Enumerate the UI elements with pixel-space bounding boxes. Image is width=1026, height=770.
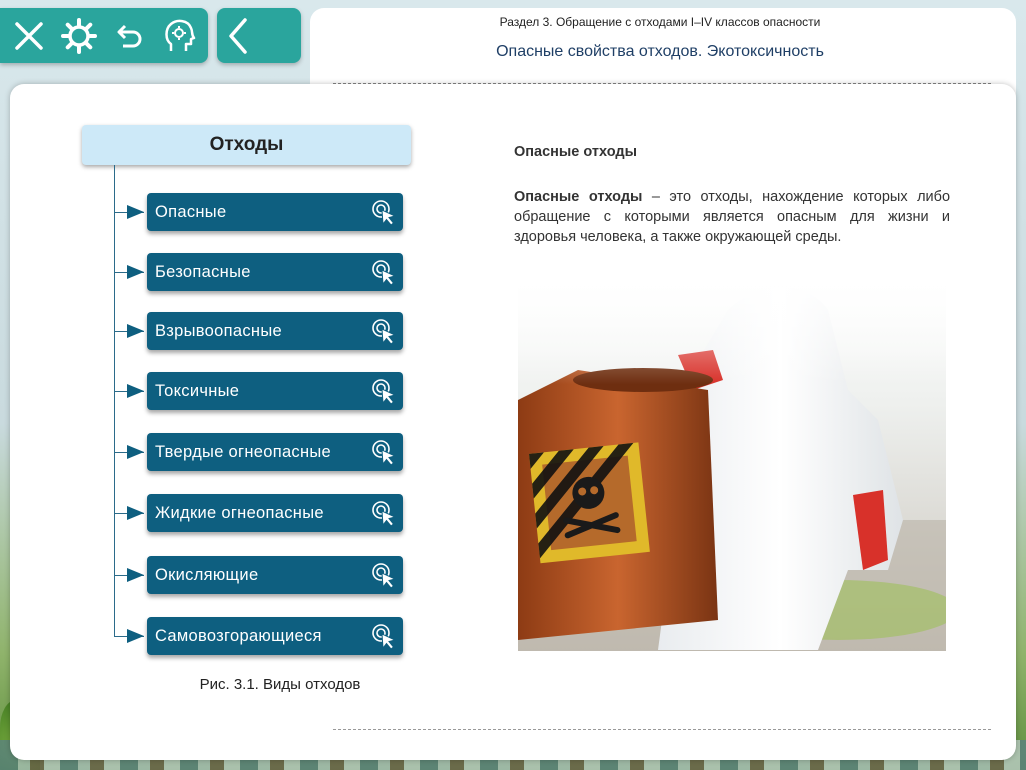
click-pointer-icon [369,316,399,346]
arrow-right-icon [127,568,144,582]
arrow-right-icon [127,445,144,459]
waste-category-label: Токсичные [155,381,240,400]
arrow-right-icon [127,506,144,520]
waste-category-label: Взрывоопасные [155,321,282,340]
arrow-right-icon [127,629,144,643]
head-gear-icon [165,19,196,51]
waste-category-button[interactable]: Токсичные [147,372,403,410]
chevron-left-icon [229,17,247,54]
waste-category-button[interactable]: Окисляющие [147,556,403,594]
click-pointer-icon [369,437,399,467]
waste-category-button[interactable]: Жидкие огнеопасные [147,494,403,532]
toolbar [0,8,208,63]
click-pointer-icon [369,257,399,287]
click-pointer-icon [369,498,399,528]
arrow-right-icon [127,324,144,338]
waste-category-button[interactable]: Взрывоопасные [147,312,403,350]
knowledge-button[interactable] [157,14,201,58]
waste-category-label: Опасные [155,202,227,221]
click-pointer-icon [369,560,399,590]
figure-caption: Рис. 3.1. Виды отходов [199,676,361,693]
click-pointer-icon [369,197,399,227]
settings-button[interactable] [57,14,101,58]
close-button[interactable] [7,14,51,58]
waste-category-button[interactable]: Самовозгорающиеся [147,617,403,655]
waste-category-label: Жидкие огнеопасные [155,503,324,522]
definition-text: Опасные отходы – это отходы, нахождение … [514,187,950,247]
gear-icon [61,17,97,54]
arrow-right-icon [127,265,144,279]
waste-category-label: Окисляющие [155,565,259,584]
undo-icon [117,24,142,47]
click-pointer-icon [369,376,399,406]
page-title: Опасные свойства отходов. Экотоксичность [496,43,824,60]
content-subtitle: Опасные отходы [514,144,637,160]
divider-top [333,83,991,84]
click-pointer-icon [369,621,399,651]
waste-category-button[interactable]: Безопасные [147,253,403,291]
definition-term: Опасные отходы [514,189,643,205]
undo-button[interactable] [107,14,151,58]
back-button[interactable] [217,8,301,63]
waste-category-label: Самовозгорающиеся [155,626,322,645]
section-title: Раздел 3. Обращение с отходами I–IV клас… [499,15,821,29]
arrow-right-icon [127,384,144,398]
waste-category-button[interactable]: Твердые огнеопасные [147,433,403,471]
waste-category-button[interactable]: Опасные [147,193,403,231]
diagram-trunk-line [114,165,115,637]
diagram-root: Отходы [82,125,411,165]
close-icon [15,21,43,50]
arrow-right-icon [127,205,144,219]
divider-bottom [333,729,991,730]
waste-category-label: Твердые огнеопасные [155,442,332,461]
waste-category-label: Безопасные [155,262,251,281]
hazardous-waste-photo [518,270,946,651]
